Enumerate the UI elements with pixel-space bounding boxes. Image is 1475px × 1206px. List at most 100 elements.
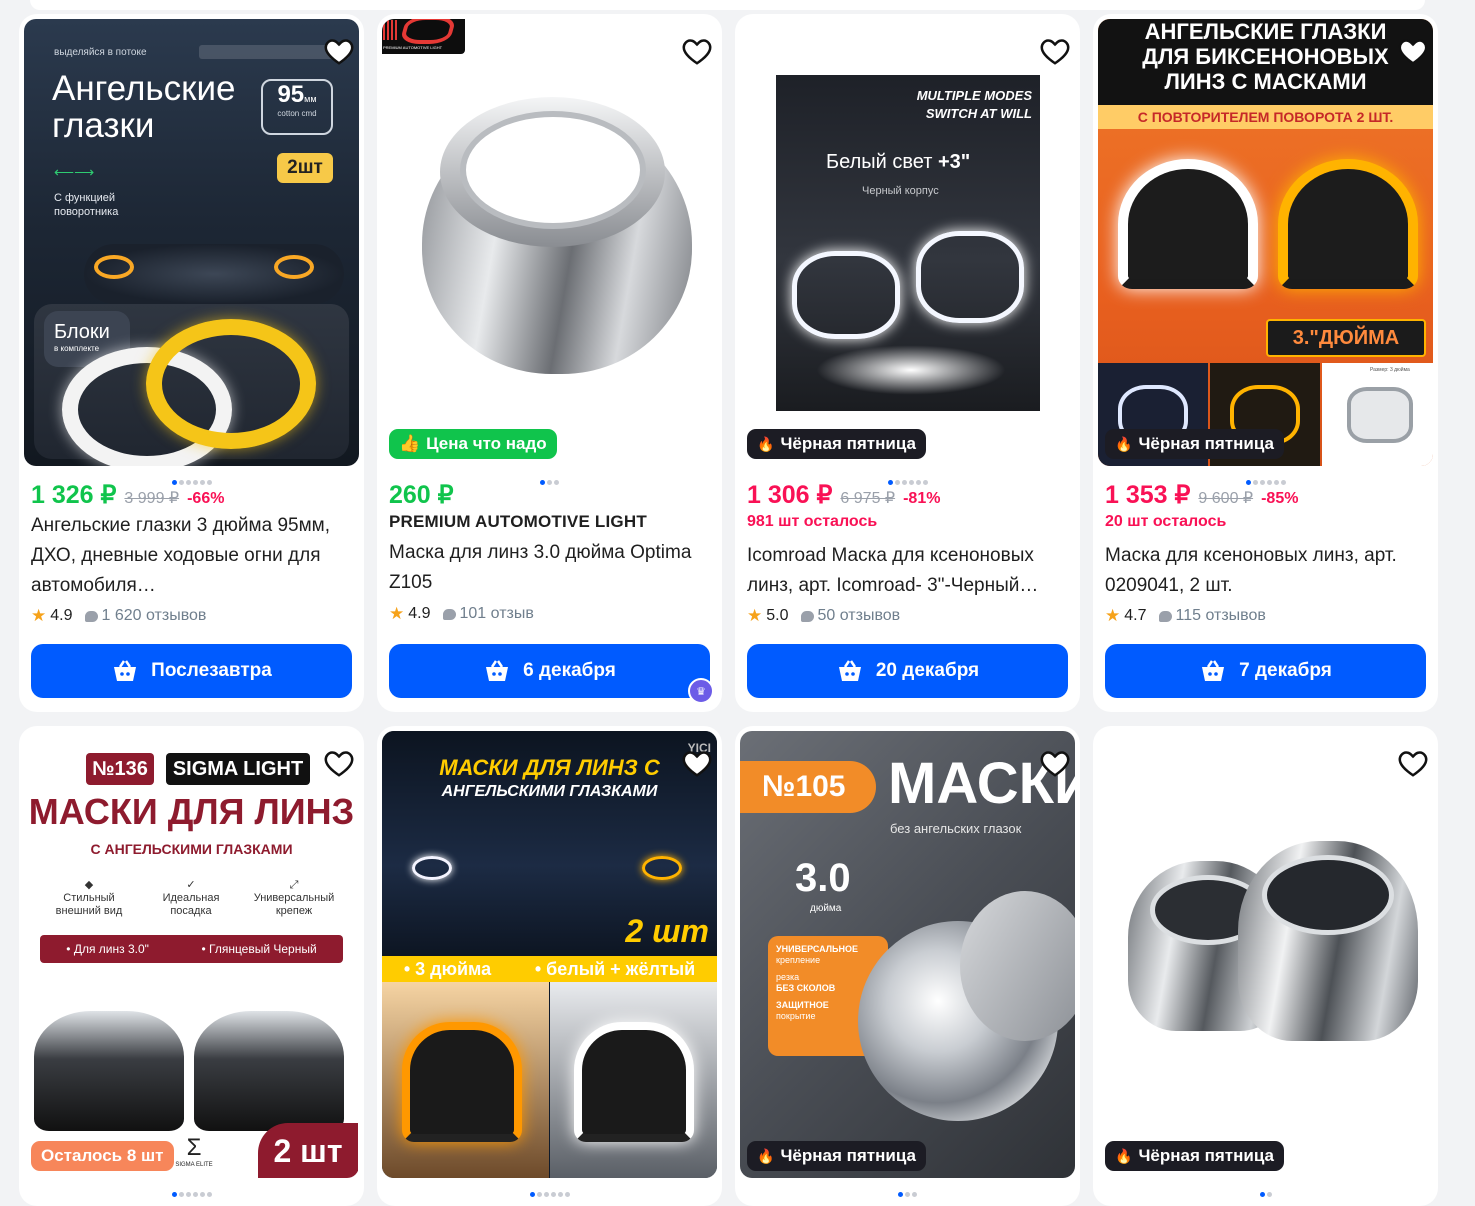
promo-badge: 🔥 Чёрная пятница [747,1141,926,1171]
premium-crown-icon: ♛ [688,678,714,704]
product-card[interactable]: АНГЕЛЬСКИЕ ГЛАЗКИ ДЛЯ БИКСЕНОНОВЫХ ЛИНЗ С … [1093,14,1438,712]
thumb: Размер: 3 дюйма [1322,363,1433,466]
image-pagination[interactable] [1093,472,1438,485]
price: 1 306 ₽ [747,481,833,509]
price-row: 1 306 ₽ 6 975 ₽ -81% [747,480,940,510]
old-price: 9 600 ₽ [1198,490,1254,507]
qty-badge: 2 шт [258,1123,358,1178]
favorite-heart-icon[interactable] [1398,38,1428,68]
star-icon: ★ [1105,606,1121,625]
inch-badge: 3."ДЮЙМА [1266,319,1426,357]
fire-icon: 🔥 [1115,435,1133,452]
reviews-count[interactable]: 50 отзывов [818,607,901,625]
product-card[interactable]: выделяйся в потоке Ангельские глазки 95м… [19,14,364,712]
image-subheadline: без ангельских глазок [890,821,1022,836]
yellow-ring [1278,159,1418,289]
reviews-icon [800,610,814,622]
rating: ★ 5.0 50 отзывов [747,606,900,626]
product-card[interactable]: №105 МАСКИ без ангельских глазок 3.0 дюй… [735,726,1080,1206]
model-number: №136 [86,753,154,785]
product-image[interactable]: №105 МАСКИ без ангельских глазок 3.0 дюй… [740,731,1075,1178]
product-image[interactable]: АНГЕЛЬСКИЕ ГЛАЗКИ ДЛЯ БИКСЕНОНОВЫХ ЛИНЗ С … [1098,19,1433,466]
car-headlight [274,255,314,279]
size-value: 3.0 [795,856,851,900]
car-headlight [94,255,134,279]
product-card[interactable]: №136 SIGMA LIGHT МАСКИ ДЛЯ ЛИНЗ С АНГЕЛЬ… [19,726,364,1206]
price-row: 1 353 ₽ 9 600 ₽ -85% [1105,480,1298,510]
favorite-heart-icon[interactable] [682,750,712,780]
model-number: №105 [740,761,876,813]
star-icon: ★ [31,606,47,625]
car-photo: YICI МАСКИ ДЛЯ ЛИНЗ С АНГЕЛЬСКИМИ ГЛАЗКА… [382,731,717,956]
product-image[interactable] [1098,731,1433,1178]
image-pagination[interactable] [377,472,722,485]
favorite-heart-icon[interactable] [324,38,354,68]
brand-name[interactable]: PREMIUM AUTOMOTIVE LIGHT [389,512,647,532]
product-title[interactable]: Icomroad Маска для ксеноновых линз, арт.… [747,541,1067,601]
promo-badge: 🔥 Чёрная пятница [1105,429,1284,459]
product-image[interactable]: №136 SIGMA LIGHT МАСКИ ДЛЯ ЛИНЗ С АНГЕЛЬ… [24,731,359,1178]
product-image[interactable]: MULTIPLE MODES SWITCH AT WILL Белый свет … [740,19,1075,466]
favorite-heart-icon[interactable] [682,38,712,68]
stock-left: 981 шт осталось [747,513,878,530]
reviews-count[interactable]: 1 620 отзывов [102,607,207,625]
product-image[interactable]: выделяйся в потоке Ангельские глазки 95м… [24,19,359,466]
favorite-heart-icon[interactable] [1040,750,1070,780]
old-price: 6 975 ₽ [840,490,896,507]
image-func: С функцией поворотника [54,192,119,218]
promo-badge: 🔥 Чёрная пятница [747,429,926,459]
reviews-icon [1158,610,1172,622]
delivery-label: Послезавтра [151,660,272,681]
image-pagination[interactable] [377,1184,722,1197]
promo-badge: 🔥 Чёрная пятница [1105,1141,1284,1171]
product-card[interactable]: MULTIPLE MODES SWITCH AT WILL Белый свет … [735,14,1080,712]
product-title[interactable]: Маска для ксеноновых линз, арт. 0209041,… [1105,541,1425,601]
product-card[interactable]: 🔥 Чёрная пятница [1093,726,1438,1206]
product-title[interactable]: Маска для линз 3.0 дюйма Optima Z105 [389,538,709,598]
chrome-hole [460,111,646,229]
favorite-heart-icon[interactable] [324,750,354,780]
delivery-button[interactable]: 7 декабря [1105,644,1426,698]
favorite-heart-icon[interactable] [1398,750,1428,780]
image-pagination[interactable] [19,472,364,485]
glow [816,345,1006,395]
reviews-count[interactable]: 101 отзыв [460,605,534,623]
image-pagination[interactable] [735,472,1080,485]
image-pagination[interactable] [1093,1184,1438,1197]
reviews-count[interactable]: 115 отзывов [1176,607,1266,625]
delivery-button[interactable]: 20 декабря [747,644,1068,698]
spec-bar: • Для линз 3.0" • Глянцевый Черный [40,935,343,963]
rating: ★ 4.9 1 620 отзывов [31,606,206,626]
product-image[interactable]: YICI МАСКИ ДЛЯ ЛИНЗ С АНГЕЛЬСКИМИ ГЛАЗКА… [382,731,717,1178]
modes-text: MULTIPLE MODES SWITCH AT WILL [916,88,1032,121]
price-row: 1 326 ₽ 3 999 ₽ -66% [31,480,224,510]
brand-tag: SIGMA LIGHT [166,753,310,785]
product-card[interactable]: YICI МАСКИ ДЛЯ ЛИНЗ С АНГЕЛЬСКИМИ ГЛАЗКА… [377,726,722,1206]
brand-logo: PREMIUM AUTOMOTIVE LIGHT [382,19,465,54]
feature: ◆ Стильный внешний вид [55,879,123,917]
led-ring [792,251,900,339]
cart-icon [486,660,509,681]
top-strip [30,0,1425,10]
size-box: 95мм cotton cmd [261,79,333,135]
rating: ★ 4.7 115 отзывов [1105,606,1266,626]
image-pagination[interactable] [735,1184,1080,1197]
image-subheader: С ПОВТОРИТЕЛЕМ ПОВОРОТА 2 ШТ. [1098,105,1433,129]
product-card[interactable]: PREMIUM AUTOMOTIVE LIGHT 👍 Цена что надо … [377,14,722,712]
cart-icon [114,660,137,681]
rating-value: 4.9 [408,605,431,622]
delivery-button[interactable]: 6 декабря [389,644,710,698]
price-row: 260 ₽ [389,480,454,510]
discount: -66% [187,490,225,507]
sigma-logo: Σ SIGMA ELITE [175,1134,213,1169]
size-unit: дюйма [810,903,842,914]
image-headline-2: глазки [52,106,155,145]
stock-badge: Осталось 8 шт [31,1141,174,1171]
product-title[interactable]: Ангельские глазки 3 дюйма 95мм, ДХО, дне… [31,511,351,601]
favorite-heart-icon[interactable] [1040,38,1070,68]
product-image[interactable]: PREMIUM AUTOMOTIVE LIGHT [382,19,717,466]
rating-value: 4.9 [50,607,73,624]
delivery-button[interactable]: Послезавтра [31,644,352,698]
image-pagination[interactable] [19,1184,364,1197]
old-price: 3 999 ₽ [124,490,180,507]
